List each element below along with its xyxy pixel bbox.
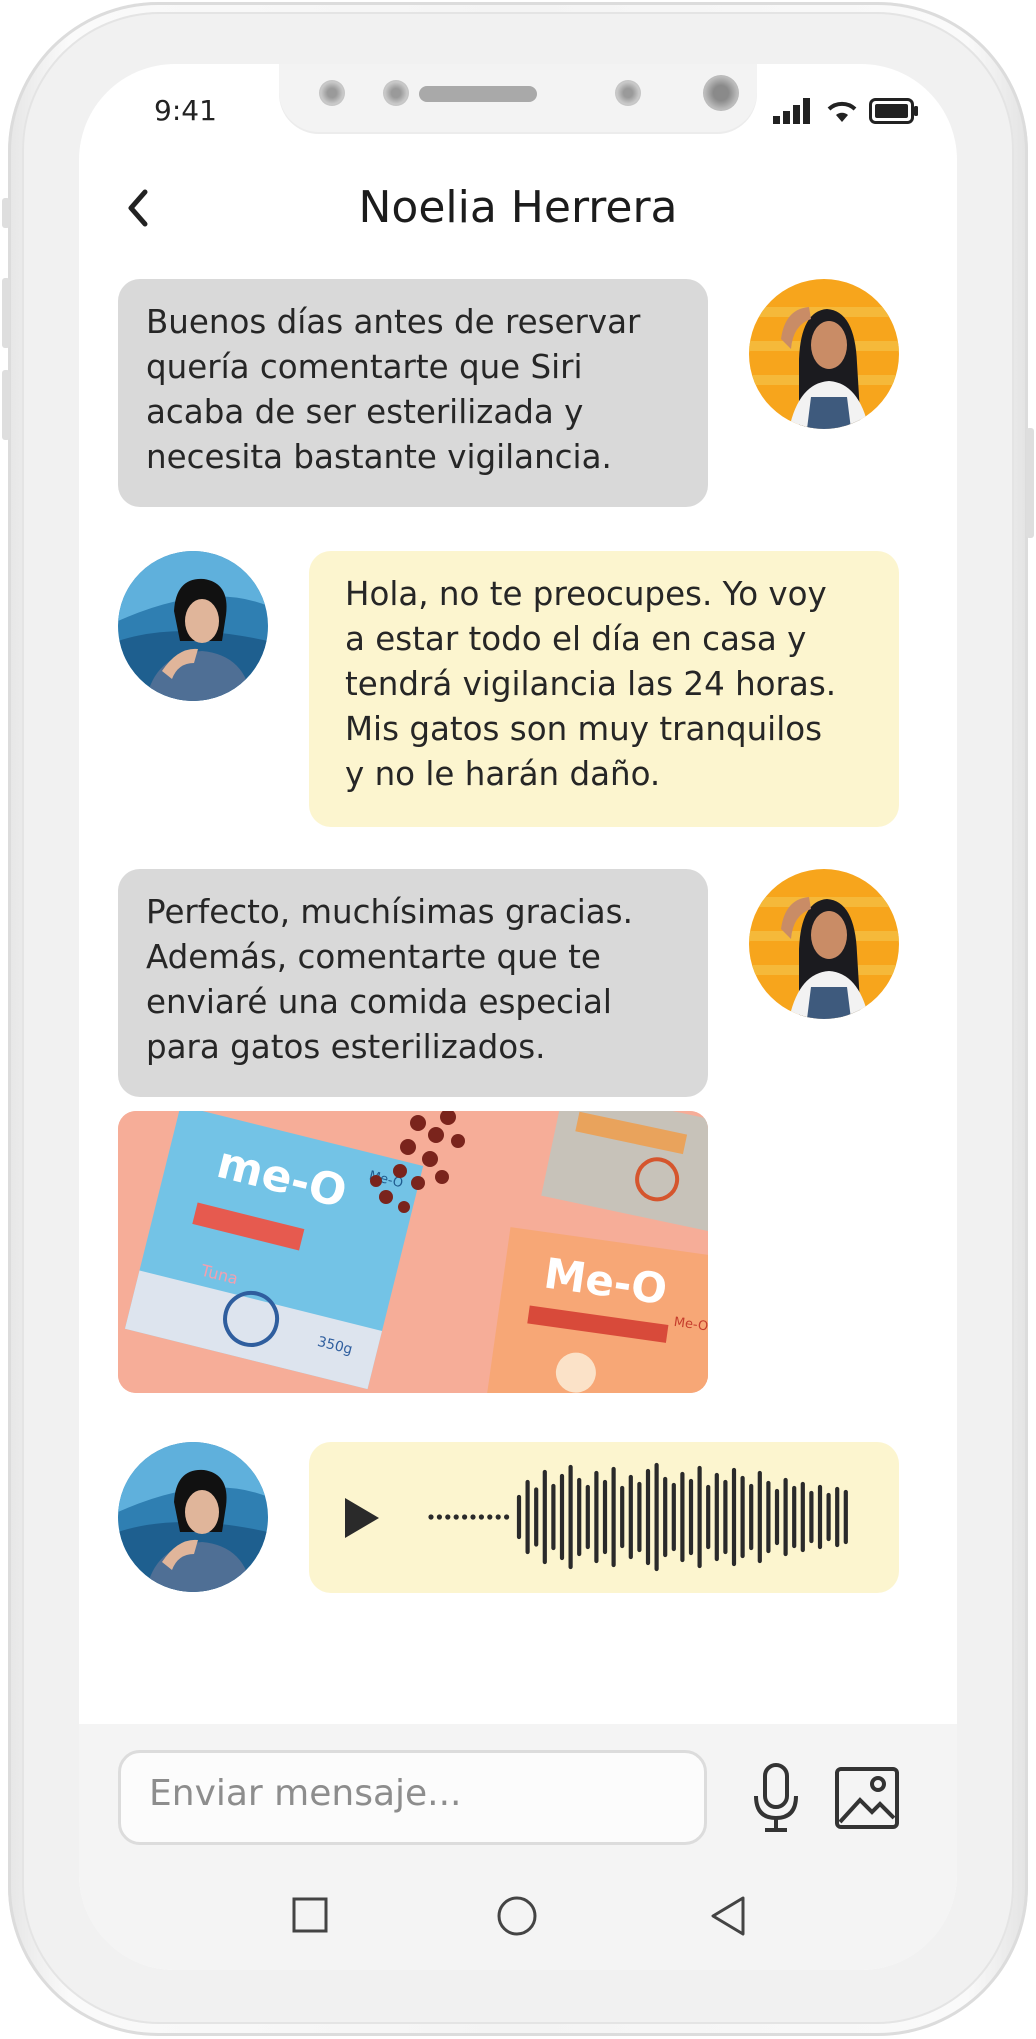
waveform-dot bbox=[487, 1514, 493, 1520]
side-button bbox=[2, 198, 10, 228]
message-line: para gatos esterilizados. bbox=[146, 1028, 546, 1066]
sensor-icon bbox=[319, 80, 345, 106]
message-input-placeholder: Enviar mensaje... bbox=[149, 1773, 462, 1814]
page-title: Noelia Herrera bbox=[358, 182, 678, 233]
speaker-grille bbox=[419, 86, 537, 102]
square-icon[interactable] bbox=[292, 1897, 328, 1933]
message-bubble: Buenos días antes de reservar quería com… bbox=[118, 279, 708, 507]
volume-button bbox=[2, 370, 10, 440]
microphone-icon[interactable] bbox=[751, 1762, 801, 1834]
front-camera-icon bbox=[703, 75, 739, 111]
play-icon[interactable] bbox=[343, 1496, 383, 1540]
message-line: Mis gatos son muy tranquilos bbox=[345, 710, 823, 748]
waveform-dot bbox=[428, 1514, 434, 1520]
chat-screen: 9:41 Noelia Herrera Buenos días antes de… bbox=[79, 64, 957, 1970]
status-icons bbox=[773, 98, 919, 124]
audio-waveform[interactable] bbox=[427, 1442, 857, 1593]
circle-icon[interactable] bbox=[497, 1896, 537, 1936]
cat-food-box-orange: Me-O Me-O bbox=[485, 1227, 708, 1393]
message-line: quería comentarte que Siri bbox=[146, 348, 583, 386]
image-icon[interactable] bbox=[834, 1766, 900, 1830]
contact-avatar[interactable] bbox=[749, 279, 899, 429]
user-avatar[interactable] bbox=[118, 1442, 268, 1592]
user-avatar[interactable] bbox=[118, 551, 268, 701]
signal-icon bbox=[773, 98, 810, 124]
voice-message bbox=[309, 1442, 899, 1593]
message-line: acaba de ser esterilizada y bbox=[146, 393, 584, 431]
waveform-dot bbox=[462, 1514, 468, 1520]
message-line: Buenos días antes de reservar bbox=[146, 303, 641, 341]
battery-icon bbox=[869, 98, 918, 124]
shared-photo[interactable]: me-O Me-O 350g Tuna Me-O Me-O bbox=[118, 1111, 708, 1393]
message-line: Perfecto, muchísimas gracias. bbox=[146, 893, 633, 931]
sensor-icon bbox=[383, 80, 409, 106]
sensor-icon bbox=[615, 80, 641, 106]
waveform-dot bbox=[470, 1514, 476, 1520]
message-bubble: Hola, no te preocupes. Yo voy a estar to… bbox=[309, 551, 899, 827]
waveform-dot bbox=[478, 1514, 484, 1520]
waveform-dot bbox=[436, 1514, 442, 1520]
waveform-dot bbox=[504, 1514, 510, 1520]
message-line: a estar todo el día en casa y bbox=[345, 620, 807, 658]
waveform-dot bbox=[453, 1514, 459, 1520]
waveform-dot bbox=[495, 1514, 501, 1520]
waveform-dot bbox=[445, 1514, 451, 1520]
message-input[interactable]: Enviar mensaje... bbox=[118, 1750, 707, 1845]
message-line: necesita bastante vigilancia. bbox=[146, 438, 612, 476]
power-button bbox=[1026, 428, 1034, 538]
notch bbox=[279, 64, 757, 132]
volume-button bbox=[2, 278, 10, 348]
wifi-icon bbox=[827, 101, 857, 122]
status-time: 9:41 bbox=[154, 94, 217, 127]
message-line: tendrá vigilancia las 24 horas. bbox=[345, 665, 837, 703]
contact-avatar[interactable] bbox=[749, 869, 899, 1019]
message-line: enviaré una comida especial bbox=[146, 983, 612, 1021]
message-bubble: Perfecto, muchísimas gracias. Además, co… bbox=[118, 869, 708, 1097]
message-line: y no le harán daño. bbox=[345, 755, 661, 793]
triangle-back-icon[interactable] bbox=[709, 1895, 747, 1937]
message-line: Además, comentarte que te bbox=[146, 938, 601, 976]
message-line: Hola, no te preocupes. Yo voy bbox=[345, 575, 827, 613]
